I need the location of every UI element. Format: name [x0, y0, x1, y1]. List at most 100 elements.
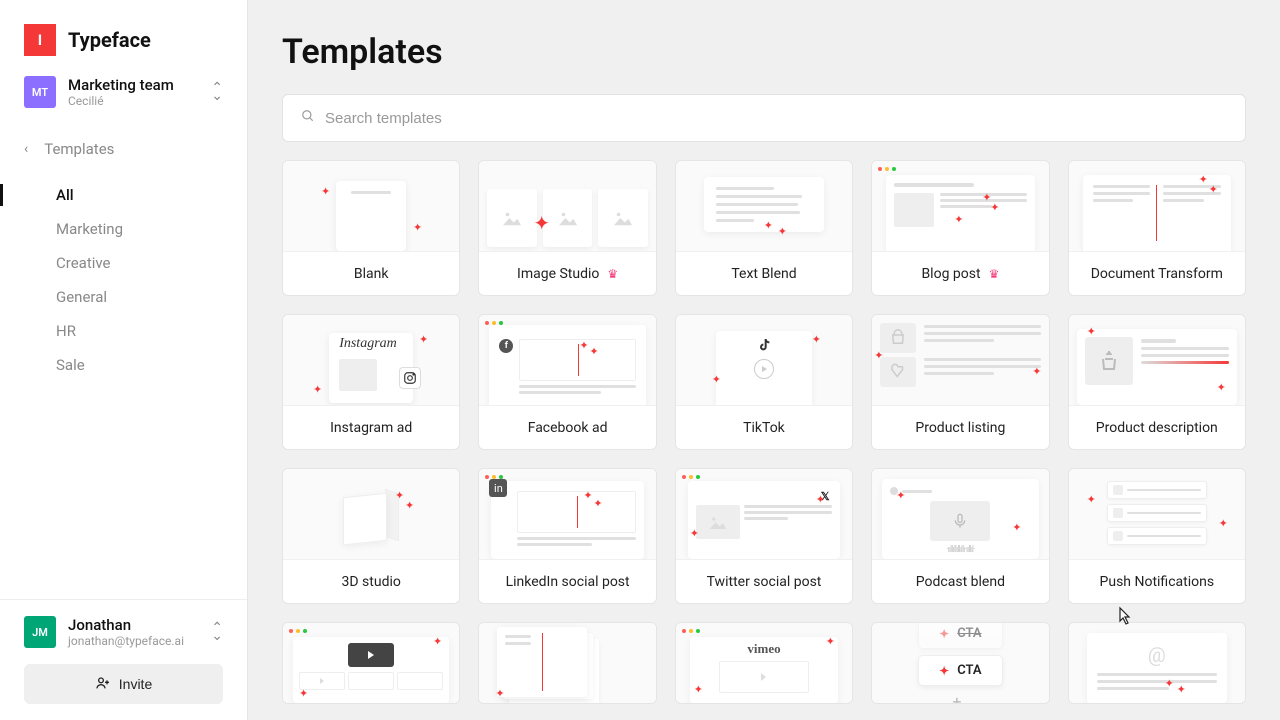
workspace-switcher[interactable]: MT Marketing team Cecilié ⌃⌄	[0, 76, 247, 132]
template-card-partial[interactable]: ✦CTA✦CTA+	[871, 622, 1049, 704]
template-card-partial[interactable]: @✦✦	[1068, 622, 1246, 704]
template-label: Push Notifications	[1100, 574, 1215, 590]
template-card-text-blend[interactable]: ✦✦ Text Blend	[675, 160, 853, 296]
template-card-push-notifications[interactable]: ✦✦ Push Notifications	[1068, 468, 1246, 604]
template-label: 3D studio	[342, 574, 401, 590]
workspace-avatar: MT	[24, 76, 56, 108]
user-name: Jonathan	[68, 616, 199, 634]
template-card-doc-transform[interactable]: ✦✦ Document Transform	[1068, 160, 1246, 296]
invite-button[interactable]: Invite	[24, 664, 223, 704]
template-preview: f✦✦	[479, 315, 655, 405]
template-card-podcast-blend[interactable]: ·ııllıllıllıllı·ııllıl·✦✦ Podcast blend	[871, 468, 1049, 604]
search-bar[interactable]	[282, 94, 1246, 142]
nav-category-hr[interactable]: HR	[56, 314, 247, 348]
user-avatar: JM	[24, 616, 56, 648]
template-label: Twitter social post	[707, 574, 822, 590]
template-label-row: Product listing	[872, 405, 1048, 449]
brand-logo[interactable]: I Typeface	[0, 24, 247, 76]
sidebar: I Typeface MT Marketing team Cecilié ⌃⌄ …	[0, 0, 248, 720]
template-label: Image Studio	[517, 266, 599, 282]
brand-mark: I	[24, 24, 56, 56]
template-card-partial[interactable]: ✦✦	[282, 622, 460, 704]
template-label-row: Facebook ad	[479, 405, 655, 449]
nav-category-marketing[interactable]: Marketing	[56, 212, 247, 246]
workspace-user: Cecilié	[68, 94, 199, 108]
template-label-row: LinkedIn social post	[479, 559, 655, 603]
template-card-linkedin-post[interactable]: in✦✦ LinkedIn social post	[478, 468, 656, 604]
template-preview: 𝕏✦✦	[676, 469, 852, 559]
template-preview: Instagram✦✦	[283, 315, 459, 405]
chevron-updown-icon: ⌃⌄	[211, 624, 223, 640]
workspace-info: Marketing team Cecilié	[68, 76, 199, 108]
template-card-image-studio[interactable]: ✦ Image Studio ♛	[478, 160, 656, 296]
user-menu[interactable]: JM Jonathan jonathan@typeface.ai ⌃⌄	[0, 616, 247, 664]
template-card-instagram-ad[interactable]: Instagram✦✦ Instagram ad	[282, 314, 460, 450]
template-card-blog-post[interactable]: ✦✦✦ Blog post ♛	[871, 160, 1049, 296]
template-preview: ·ııllıllıllıllı·ııllıl·✦✦	[872, 469, 1048, 559]
main-content: Templates ✦✦ Blank ✦ Image Studio ♛ ✦✦ T…	[248, 0, 1280, 720]
template-label: Facebook ad	[528, 420, 608, 436]
template-preview: ✦	[479, 623, 655, 703]
template-preview: ✦✦	[283, 623, 459, 703]
template-preview: ✦✦	[676, 161, 852, 251]
template-label-row: TikTok	[676, 405, 852, 449]
template-label-row: Blog post ♛	[872, 251, 1048, 295]
template-preview: ✦✦	[872, 315, 1048, 405]
brand-name: Typeface	[68, 28, 151, 52]
template-card-3d-studio[interactable]: ✦✦ 3D studio	[282, 468, 460, 604]
template-preview: vimeo✦✦	[676, 623, 852, 703]
template-card-twitter-post[interactable]: 𝕏✦✦ Twitter social post	[675, 468, 853, 604]
template-preview: ✦✦	[676, 315, 852, 405]
template-label-row: Twitter social post	[676, 559, 852, 603]
template-label-row: Text Blend	[676, 251, 852, 295]
nav-category-general[interactable]: General	[56, 280, 247, 314]
template-preview: ✦✦✦	[872, 161, 1048, 251]
nav-category-all[interactable]: All	[56, 178, 247, 212]
template-label-row: Document Transform	[1069, 251, 1245, 295]
user-plus-icon	[95, 675, 111, 694]
template-label-row: Blank	[283, 251, 459, 295]
template-label-row: Instagram ad	[283, 405, 459, 449]
template-label: Text Blend	[731, 266, 796, 282]
template-card-partial[interactable]: vimeo✦✦	[675, 622, 853, 704]
template-label-row: 3D studio	[283, 559, 459, 603]
template-card-partial[interactable]: ✦	[478, 622, 656, 704]
search-input[interactable]	[325, 110, 1227, 127]
template-label-row: Podcast blend	[872, 559, 1048, 603]
template-preview: ✦✦	[283, 469, 459, 559]
user-info: Jonathan jonathan@typeface.ai	[68, 616, 199, 648]
template-preview: ✦✦	[1069, 161, 1245, 251]
nav-back-label: Templates	[44, 140, 114, 158]
template-label: Product description	[1096, 420, 1218, 436]
template-label: LinkedIn social post	[506, 574, 630, 590]
vimeo-word-icon: vimeo	[747, 641, 780, 657]
invite-label: Invite	[119, 676, 152, 692]
template-label-row: Image Studio ♛	[479, 251, 655, 295]
nav-category-sale[interactable]: Sale	[56, 348, 247, 382]
workspace-name: Marketing team	[68, 76, 199, 94]
template-preview: ✦✦	[1069, 469, 1245, 559]
search-icon	[301, 109, 315, 127]
user-email: jonathan@typeface.ai	[68, 634, 199, 648]
template-card-blank[interactable]: ✦✦ Blank	[282, 160, 460, 296]
template-preview: ✦CTA✦CTA+	[872, 623, 1048, 703]
template-label-row: Push Notifications	[1069, 559, 1245, 603]
template-preview: in✦✦	[479, 469, 655, 559]
instagram-word-icon: Instagram	[339, 336, 397, 352]
template-label-row: Product description	[1069, 405, 1245, 449]
sidebar-footer: JM Jonathan jonathan@typeface.ai ⌃⌄ Invi…	[0, 599, 247, 720]
template-label: Blog post	[921, 266, 980, 282]
template-card-product-description[interactable]: ✦✦ Product description	[1068, 314, 1246, 450]
template-card-tiktok[interactable]: ✦✦ TikTok	[675, 314, 853, 450]
premium-crown-icon: ♛	[607, 267, 618, 281]
nav-category-creative[interactable]: Creative	[56, 246, 247, 280]
linkedin-icon: in	[489, 479, 507, 497]
template-label: TikTok	[743, 420, 785, 436]
template-label: Product listing	[915, 420, 1005, 436]
template-label: Podcast blend	[916, 574, 1005, 590]
template-card-product-listing[interactable]: ✦✦ Product listing	[871, 314, 1049, 450]
tiktok-icon	[756, 337, 772, 353]
nav-categories: AllMarketingCreativeGeneralHRSale	[0, 178, 247, 382]
template-card-facebook-ad[interactable]: f✦✦ Facebook ad	[478, 314, 656, 450]
nav-back[interactable]: ‹ Templates	[0, 132, 247, 178]
